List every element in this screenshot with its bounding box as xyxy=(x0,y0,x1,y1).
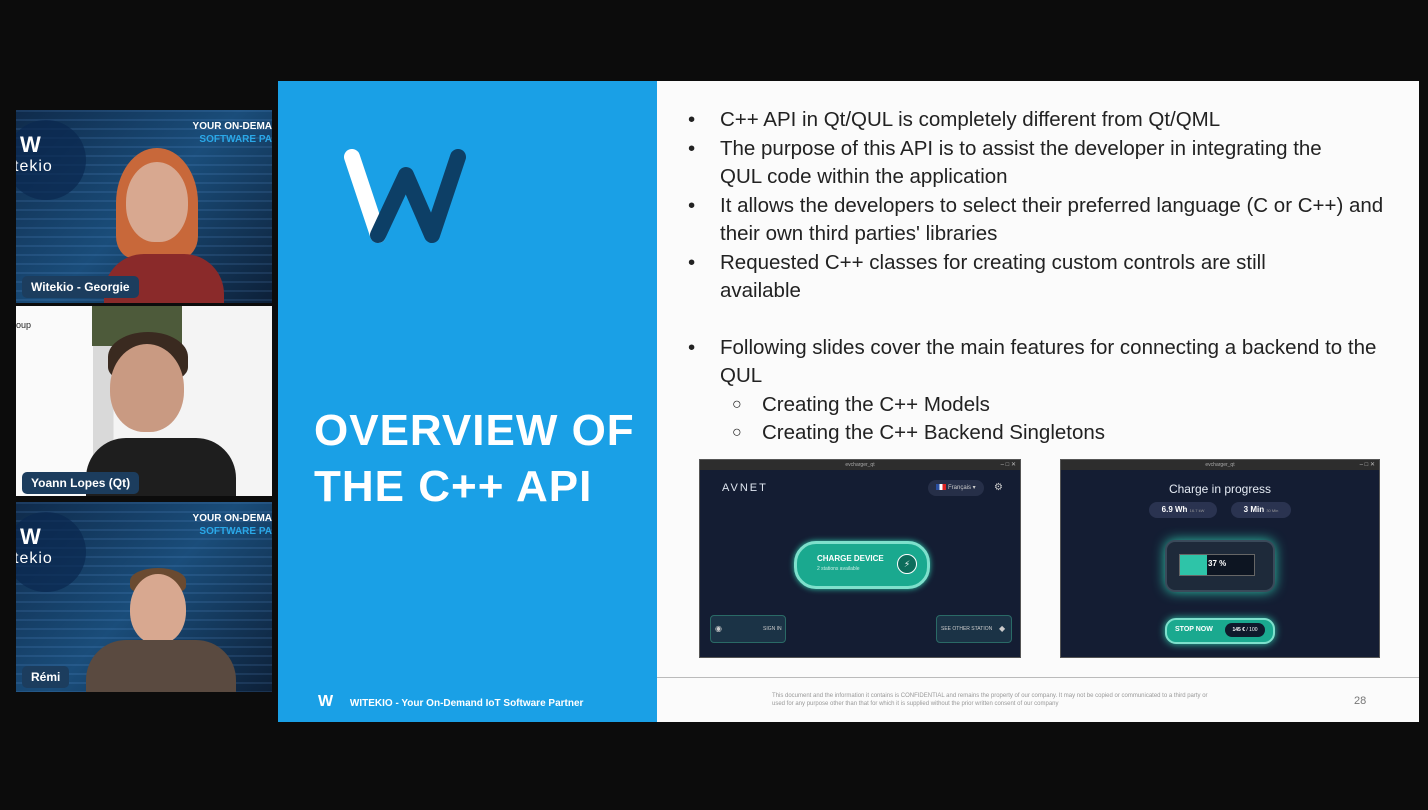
window-titlebar: evcharger_qt – □ ✕ xyxy=(700,460,1020,470)
participant-tile-yoann[interactable]: oup Yoann Lopes (Qt) xyxy=(16,306,272,496)
settings-icon[interactable]: ⚙ xyxy=(994,482,1003,493)
participant-video-remi xyxy=(86,568,236,692)
location-icon: ◆ xyxy=(999,624,1006,633)
see-other-station-button[interactable]: SEE OTHER STATION ◆ xyxy=(936,615,1012,643)
bullet-item: • Following slides cover the main feature… xyxy=(688,335,1377,388)
slide-title: OVERVIEW OF THE C++ API xyxy=(314,406,635,511)
slide-left-panel: OVERVIEW OF THE C++ API W WITEKIO - Your… xyxy=(278,81,657,722)
promo-text: YOUR ON-DEMA SOFTWARE PA xyxy=(192,513,272,537)
participant-name: Yoann Lopes (Qt) xyxy=(22,472,140,494)
background-text: oup xyxy=(16,320,32,330)
brand-logo: AVNET xyxy=(722,482,768,494)
price-badge: 145 € / 100 xyxy=(1225,623,1265,637)
battery-fill xyxy=(1180,555,1208,575)
language-selector[interactable]: Français ▾ xyxy=(928,480,984,496)
footer-divider xyxy=(657,677,1419,678)
bullet-list: • C++ API in Qt/QUL is completely differe… xyxy=(688,106,1408,448)
battery-frame: 37 % xyxy=(1179,554,1255,576)
user-icon: ◉ xyxy=(715,624,722,633)
bullet-item: • Requested C++ classes for creating cust… xyxy=(688,250,1266,303)
app-screenshot-home: evcharger_qt – □ ✕ AVNET Français ▾ ⚙ CH… xyxy=(699,459,1021,658)
bullet-item: • C++ API in Qt/QUL is completely differe… xyxy=(688,108,1221,131)
participant-tile-remi[interactable]: W tekio YOUR ON-DEMA SOFTWARE PA Rémi xyxy=(16,502,272,692)
participant-video-yoann xyxy=(80,328,240,496)
participant-name: Rémi xyxy=(22,666,70,688)
page-number: 28 xyxy=(1354,695,1367,707)
sub-bullet-item: ○ Creating the C++ Models xyxy=(732,392,990,416)
battery-indicator: 37 % xyxy=(1165,540,1275,592)
energy-badge: 6.9 Wh 16.7 kW xyxy=(1149,502,1217,518)
confidential-notice: This document and the information it con… xyxy=(772,693,1208,707)
time-badge: 3 Min 30 Min xyxy=(1231,502,1291,518)
participant-name: Witekio - Georgie xyxy=(22,276,139,298)
participant-tile-georgie[interactable]: W tekio YOUR ON-DEMA SOFTWARE PA Witekio… xyxy=(16,110,272,303)
lightning-icon: ⚡ xyxy=(897,554,917,574)
window-titlebar: evcharger_qt – □ ✕ xyxy=(1061,460,1379,470)
sign-in-button[interactable]: ◉ SIGN IN xyxy=(710,615,786,643)
shared-slide: OVERVIEW OF THE C++ API W WITEKIO - Your… xyxy=(278,81,1419,722)
stop-now-button[interactable]: STOP NOW 145 € / 100 xyxy=(1165,618,1275,644)
charge-title: Charge in progress xyxy=(1168,482,1272,496)
window-controls-icon: – □ ✕ xyxy=(1359,462,1375,468)
bullet-item: • The purpose of this API is to assist th… xyxy=(688,136,1322,189)
flag-icon xyxy=(936,484,947,491)
charge-device-button[interactable]: CHARGE DEVICE 2 stations available ⚡ xyxy=(794,541,930,589)
app-screenshot-charging: evcharger_qt – □ ✕ Charge in progress 6.… xyxy=(1060,459,1380,658)
sub-bullet-item: ○ Creating the C++ Backend Singletons xyxy=(732,421,1106,444)
witekio-logo-icon xyxy=(344,149,466,243)
window-controls-icon: – □ ✕ xyxy=(1000,462,1016,468)
bullet-item: • It allows the developers to select thei… xyxy=(688,193,1384,246)
slide-footer-brand: W WITEKIO - Your On-Demand IoT Software … xyxy=(318,693,584,710)
footer-logo-icon: W xyxy=(318,693,334,710)
